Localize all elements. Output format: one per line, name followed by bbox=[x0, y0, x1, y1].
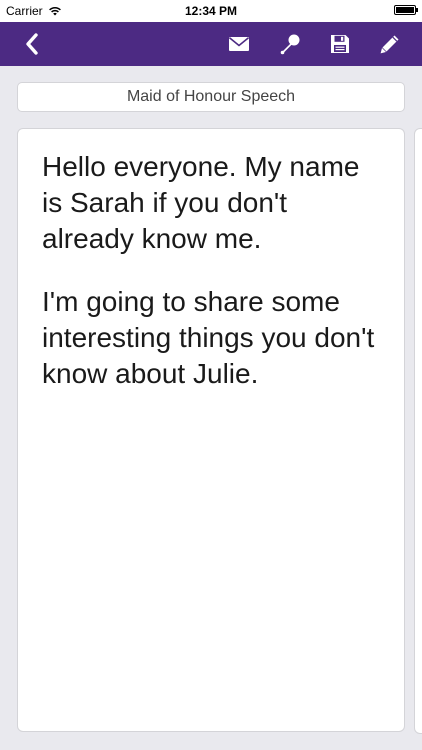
speech-card[interactable]: Hello everyone. My name is Sarah if you … bbox=[17, 128, 405, 732]
status-bar: Carrier 12:34 PM bbox=[0, 0, 422, 22]
speech-paragraph: I'm going to share some interesting thin… bbox=[42, 286, 375, 389]
email-button[interactable] bbox=[219, 22, 259, 66]
navigation-bar bbox=[0, 22, 422, 66]
chevron-left-icon bbox=[26, 33, 38, 55]
record-button[interactable] bbox=[270, 22, 310, 66]
battery-icon bbox=[394, 5, 418, 15]
pencil-icon bbox=[380, 35, 399, 54]
edit-button[interactable] bbox=[370, 22, 410, 66]
microphone-icon bbox=[280, 34, 300, 55]
speech-paragraph: Hello everyone. My name is Sarah if you … bbox=[42, 151, 360, 254]
next-card-edge[interactable] bbox=[414, 128, 422, 734]
save-button[interactable] bbox=[320, 22, 360, 66]
save-icon bbox=[331, 35, 349, 53]
clock: 12:34 PM bbox=[184, 4, 238, 18]
back-button[interactable] bbox=[12, 22, 52, 66]
envelope-icon bbox=[228, 37, 250, 51]
speech-title-field[interactable]: Maid of Honour Speech bbox=[17, 82, 405, 112]
